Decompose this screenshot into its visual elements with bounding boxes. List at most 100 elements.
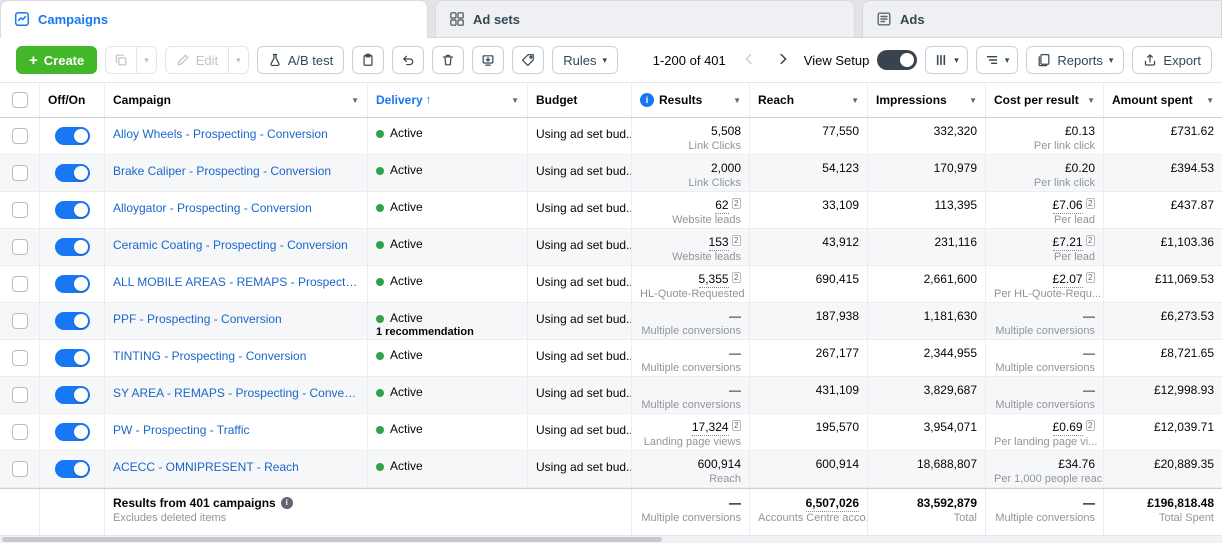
results-cell: — Multiple conversions <box>632 303 750 339</box>
row-checkbox[interactable] <box>11 313 28 329</box>
tab-label: Ad sets <box>473 11 520 27</box>
reports-doc-icon <box>1037 53 1051 67</box>
results-sublabel: Landing page views <box>643 436 741 448</box>
campaign-cell: ALL MOBILE AREAS - REMAPS - Prospecting … <box>105 266 368 302</box>
campaign-link[interactable]: ALL MOBILE AREAS - REMAPS - Prospecting … <box>113 272 359 290</box>
budget-cell: Using ad set bud... <box>528 266 632 302</box>
chevron-down-icon[interactable]: ▼ <box>1202 96 1214 105</box>
row-checkbox[interactable] <box>11 202 28 218</box>
row-checkbox[interactable] <box>11 350 28 366</box>
active-status-dot-icon <box>376 425 384 434</box>
impressions-cell: 2,661,600 <box>868 266 986 302</box>
campaign-link[interactable]: SY AREA - REMAPS - Prospecting - Convers… <box>113 383 359 401</box>
select-all-checkbox[interactable] <box>11 92 28 108</box>
impressions-cell: 3,829,687 <box>868 377 986 413</box>
sort-ascending-icon: ↑ <box>425 94 432 106</box>
campaign-off-on-toggle[interactable] <box>54 201 90 219</box>
header-budget[interactable]: Budget <box>528 83 632 117</box>
campaign-off-on-toggle[interactable] <box>54 386 90 404</box>
attribution-icon: 2 <box>1085 235 1095 246</box>
header-delivery[interactable]: Delivery ↑ ▼ <box>368 83 528 117</box>
impressions-cell: 170,979 <box>868 155 986 191</box>
delete-button[interactable] <box>432 46 465 74</box>
chevron-down-icon[interactable]: ▼ <box>1083 96 1095 105</box>
reports-button[interactable]: Reports ▾ <box>1026 46 1125 74</box>
campaign-off-on-toggle[interactable] <box>54 460 90 478</box>
undo-button[interactable] <box>392 46 425 74</box>
impressions-cell: 3,954,071 <box>868 414 986 450</box>
campaign-link[interactable]: Alloygator - Prospecting - Conversion <box>113 198 359 216</box>
row-checkbox[interactable] <box>11 387 28 403</box>
results-sublabel: Multiple conversions <box>641 362 741 374</box>
view-setup-toggle[interactable] <box>877 50 918 70</box>
toggle-knob <box>73 351 88 365</box>
chevron-down-icon[interactable]: ▼ <box>965 96 977 105</box>
campaign-link[interactable]: PPF - Prospecting - Conversion <box>113 309 359 327</box>
campaign-off-on-toggle[interactable] <box>54 349 90 367</box>
campaign-off-on-toggle[interactable] <box>54 312 90 330</box>
tab-ads[interactable]: Ads <box>862 0 1222 37</box>
header-campaign[interactable]: Campaign ▼ <box>105 83 368 117</box>
row-checkbox[interactable] <box>11 128 28 144</box>
export-button[interactable]: Export <box>1132 46 1212 74</box>
campaign-off-on-toggle[interactable] <box>54 423 90 441</box>
edit-dropdown-button[interactable]: ▾ <box>229 46 249 74</box>
campaign-off-on-toggle[interactable] <box>54 127 90 145</box>
chevron-down-icon[interactable]: ▼ <box>507 96 519 105</box>
campaign-link[interactable]: PW - Prospecting - Traffic <box>113 420 359 438</box>
campaign-off-on-toggle[interactable] <box>54 164 90 182</box>
ab-test-button[interactable]: A/B test <box>256 46 345 74</box>
cost-per-result-sublabel: Per lead <box>1054 251 1095 263</box>
campaign-link[interactable]: Brake Caliper - Prospecting - Conversion <box>113 161 359 179</box>
delivery-recommendation[interactable]: 1 recommendation <box>376 326 519 339</box>
campaign-link[interactable]: ACECC - OMNIPRESENT - Reach <box>113 457 359 475</box>
row-checkbox[interactable] <box>11 424 28 440</box>
header-reach[interactable]: Reach ▼ <box>750 83 868 117</box>
row-toggle-cell <box>40 192 105 228</box>
breakdown-button[interactable]: ▾ <box>975 46 1019 74</box>
edit-button[interactable]: Edit <box>164 46 230 74</box>
header-results[interactable]: i Results ▼ <box>632 83 750 117</box>
scrollbar-thumb[interactable] <box>2 537 662 542</box>
amount-spent-cell: £20,889.35 <box>1153 457 1214 471</box>
header-impressions[interactable]: Impressions ▼ <box>868 83 986 117</box>
header-cost-per-result[interactable]: Cost per result ▼ <box>986 83 1104 117</box>
board-arrow-button[interactable] <box>472 46 505 74</box>
row-toggle-cell <box>40 155 105 191</box>
row-checkbox[interactable] <box>11 239 28 255</box>
rules-button[interactable]: Rules ▾ <box>552 46 619 74</box>
info-icon[interactable]: i <box>280 497 293 509</box>
duplicate-dropdown-button[interactable]: ▾ <box>137 46 157 74</box>
chevron-down-icon[interactable]: ▼ <box>729 96 741 105</box>
tag-button[interactable] <box>512 46 545 74</box>
info-icon[interactable]: i <box>640 93 654 107</box>
row-checkbox[interactable] <box>11 165 28 181</box>
table-footer: Results from 401 campaigns i Excludes del… <box>0 488 1222 536</box>
campaign-off-on-toggle[interactable] <box>54 275 90 293</box>
prev-page-button[interactable] <box>736 47 762 73</box>
tab-campaigns[interactable]: Campaigns <box>0 0 428 38</box>
columns-button[interactable]: ▾ <box>925 46 968 74</box>
campaign-link[interactable]: Ceramic Coating - Prospecting - Conversi… <box>113 235 359 253</box>
campaign-off-on-toggle[interactable] <box>54 238 90 256</box>
row-toggle-cell <box>40 266 105 302</box>
create-button[interactable]: + Create <box>16 46 98 74</box>
row-checkbox[interactable] <box>11 461 28 477</box>
row-select-cell <box>0 303 40 339</box>
campaign-link[interactable]: TINTING - Prospecting - Conversion <box>113 346 359 364</box>
footer-results-cell: — Multiple conversions <box>632 489 750 535</box>
tab-ad-sets[interactable]: Ad sets <box>435 0 855 37</box>
cost-per-result-cell: £7.06 2 Per lead <box>986 192 1104 228</box>
campaign-link[interactable]: Alloy Wheels - Prospecting - Conversion <box>113 124 359 142</box>
header-amount-spent[interactable]: Amount spent ▼ <box>1104 83 1222 117</box>
next-page-button[interactable] <box>770 47 796 73</box>
toggle-knob <box>73 314 88 328</box>
row-select-cell <box>0 451 40 487</box>
clipboard-button[interactable] <box>352 46 385 74</box>
row-checkbox[interactable] <box>11 276 28 292</box>
chevron-down-icon[interactable]: ▼ <box>847 96 859 105</box>
duplicate-button[interactable] <box>105 46 138 74</box>
chevron-down-icon[interactable]: ▼ <box>347 96 359 105</box>
duplicate-icon <box>114 53 128 67</box>
row-toggle-cell <box>40 303 105 339</box>
